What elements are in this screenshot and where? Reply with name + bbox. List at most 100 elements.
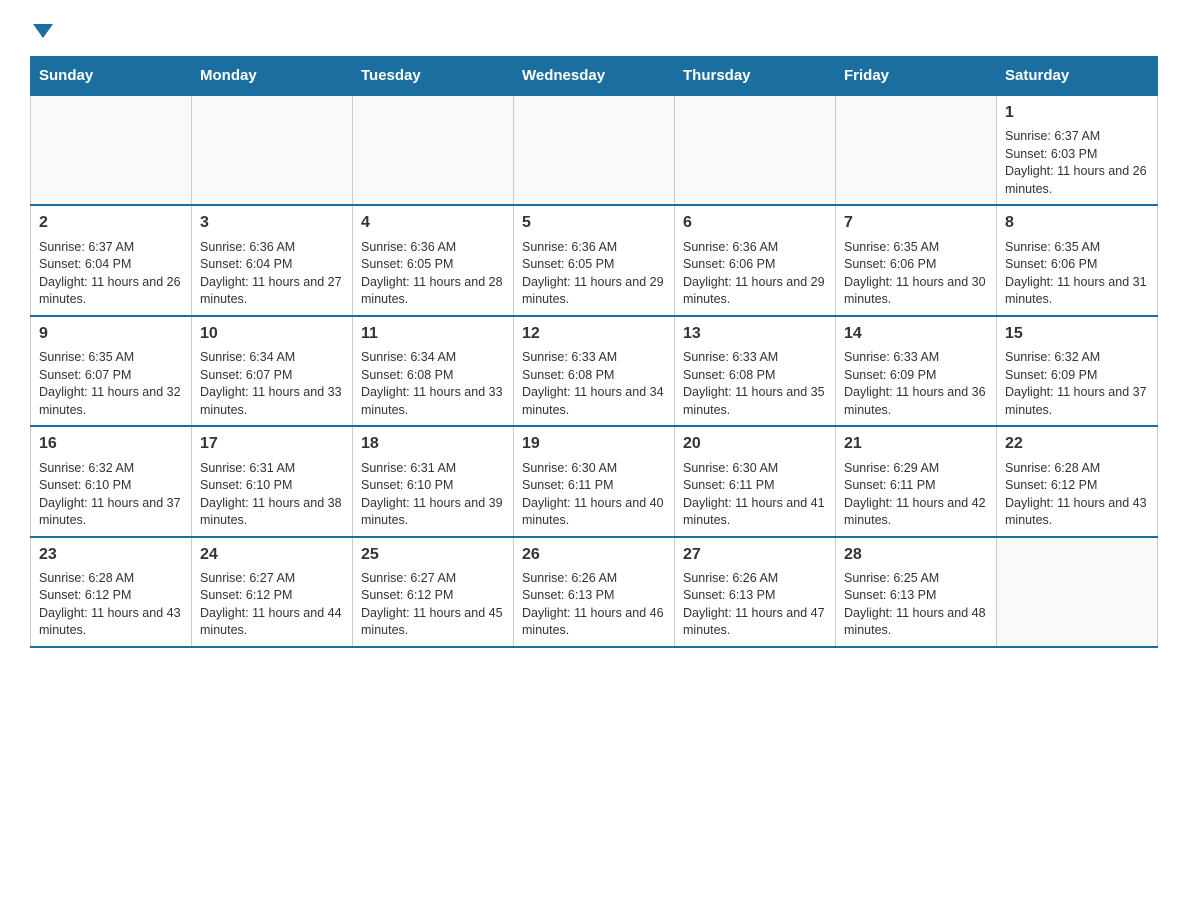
day-info: Sunrise: 6:26 AMSunset: 6:13 PMDaylight:…	[683, 570, 827, 640]
calendar-cell	[353, 95, 514, 205]
calendar-cell: 2 Sunrise: 6:37 AMSunset: 6:04 PMDaylight…	[31, 205, 192, 315]
day-number: 11	[361, 323, 505, 345]
calendar-week-2: 2 Sunrise: 6:37 AMSunset: 6:04 PMDaylight…	[31, 205, 1158, 315]
day-info: Sunrise: 6:30 AMSunset: 6:11 PMDaylight:…	[522, 460, 666, 530]
calendar-cell: 17 Sunrise: 6:31 AMSunset: 6:10 PMDayligh…	[192, 426, 353, 536]
calendar-cell	[675, 95, 836, 205]
day-info: Sunrise: 6:32 AMSunset: 6:10 PMDaylight:…	[39, 460, 183, 530]
calendar-cell	[836, 95, 997, 205]
calendar-cell: 23 Sunrise: 6:28 AMSunset: 6:12 PMDayligh…	[31, 537, 192, 647]
calendar-cell	[997, 537, 1158, 647]
calendar-cell: 5 Sunrise: 6:36 AMSunset: 6:05 PMDaylight…	[514, 205, 675, 315]
day-number: 21	[844, 433, 988, 455]
calendar-cell: 1 Sunrise: 6:37 AMSunset: 6:03 PMDaylight…	[997, 95, 1158, 205]
day-number: 8	[1005, 212, 1149, 234]
day-number: 28	[844, 544, 988, 566]
day-number: 16	[39, 433, 183, 455]
calendar-cell	[31, 95, 192, 205]
day-info: Sunrise: 6:34 AMSunset: 6:08 PMDaylight:…	[361, 349, 505, 419]
day-number: 10	[200, 323, 344, 345]
day-info: Sunrise: 6:35 AMSunset: 6:07 PMDaylight:…	[39, 349, 183, 419]
day-number: 12	[522, 323, 666, 345]
day-info: Sunrise: 6:30 AMSunset: 6:11 PMDaylight:…	[683, 460, 827, 530]
day-number: 7	[844, 212, 988, 234]
day-number: 18	[361, 433, 505, 455]
day-info: Sunrise: 6:27 AMSunset: 6:12 PMDaylight:…	[361, 570, 505, 640]
calendar-table: SundayMondayTuesdayWednesdayThursdayFrid…	[30, 56, 1158, 648]
day-info: Sunrise: 6:32 AMSunset: 6:09 PMDaylight:…	[1005, 349, 1149, 419]
calendar-cell: 14 Sunrise: 6:33 AMSunset: 6:09 PMDayligh…	[836, 316, 997, 426]
day-number: 6	[683, 212, 827, 234]
calendar-header-sunday: Sunday	[31, 57, 192, 96]
day-info: Sunrise: 6:35 AMSunset: 6:06 PMDaylight:…	[1005, 239, 1149, 309]
calendar-cell: 3 Sunrise: 6:36 AMSunset: 6:04 PMDaylight…	[192, 205, 353, 315]
day-info: Sunrise: 6:28 AMSunset: 6:12 PMDaylight:…	[39, 570, 183, 640]
calendar-cell: 13 Sunrise: 6:33 AMSunset: 6:08 PMDayligh…	[675, 316, 836, 426]
calendar-cell: 22Sunrise: 6:28 AMSunset: 6:12 PMDayligh…	[997, 426, 1158, 536]
day-info: Sunrise: 6:37 AMSunset: 6:04 PMDaylight:…	[39, 239, 183, 309]
day-info: Sunrise: 6:36 AMSunset: 6:05 PMDaylight:…	[522, 239, 666, 309]
calendar-week-1: 1 Sunrise: 6:37 AMSunset: 6:03 PMDaylight…	[31, 95, 1158, 205]
calendar-header-row: SundayMondayTuesdayWednesdayThursdayFrid…	[31, 57, 1158, 96]
day-info: Sunrise: 6:27 AMSunset: 6:12 PMDaylight:…	[200, 570, 344, 640]
day-number: 27	[683, 544, 827, 566]
day-info: Sunrise: 6:29 AMSunset: 6:11 PMDaylight:…	[844, 460, 988, 530]
calendar-header-thursday: Thursday	[675, 57, 836, 96]
calendar-cell: 12 Sunrise: 6:33 AMSunset: 6:08 PMDayligh…	[514, 316, 675, 426]
calendar-cell	[192, 95, 353, 205]
day-info: Sunrise: 6:33 AMSunset: 6:09 PMDaylight:…	[844, 349, 988, 419]
day-info: Sunrise: 6:36 AMSunset: 6:04 PMDaylight:…	[200, 239, 344, 309]
logo-arrow-icon	[33, 24, 53, 38]
calendar-week-4: 16 Sunrise: 6:32 AMSunset: 6:10 PMDayligh…	[31, 426, 1158, 536]
calendar-cell: 26Sunrise: 6:26 AMSunset: 6:13 PMDayligh…	[514, 537, 675, 647]
day-number: 1	[1005, 102, 1149, 124]
day-info: Sunrise: 6:26 AMSunset: 6:13 PMDaylight:…	[522, 570, 666, 640]
calendar-cell: 20 Sunrise: 6:30 AMSunset: 6:11 PMDayligh…	[675, 426, 836, 536]
calendar-cell: 7 Sunrise: 6:35 AMSunset: 6:06 PMDaylight…	[836, 205, 997, 315]
logo	[30, 20, 53, 36]
day-info: Sunrise: 6:33 AMSunset: 6:08 PMDaylight:…	[683, 349, 827, 419]
day-info: Sunrise: 6:36 AMSunset: 6:06 PMDaylight:…	[683, 239, 827, 309]
day-number: 23	[39, 544, 183, 566]
day-info: Sunrise: 6:34 AMSunset: 6:07 PMDaylight:…	[200, 349, 344, 419]
day-number: 15	[1005, 323, 1149, 345]
day-number: 17	[200, 433, 344, 455]
day-info: Sunrise: 6:31 AMSunset: 6:10 PMDaylight:…	[361, 460, 505, 530]
page-header	[30, 20, 1158, 36]
calendar-week-3: 9 Sunrise: 6:35 AMSunset: 6:07 PMDaylight…	[31, 316, 1158, 426]
calendar-cell: 8 Sunrise: 6:35 AMSunset: 6:06 PMDaylight…	[997, 205, 1158, 315]
day-number: 14	[844, 323, 988, 345]
day-number: 9	[39, 323, 183, 345]
calendar-cell: 16 Sunrise: 6:32 AMSunset: 6:10 PMDayligh…	[31, 426, 192, 536]
day-number: 2	[39, 212, 183, 234]
calendar-cell: 15 Sunrise: 6:32 AMSunset: 6:09 PMDayligh…	[997, 316, 1158, 426]
calendar-cell: 9 Sunrise: 6:35 AMSunset: 6:07 PMDaylight…	[31, 316, 192, 426]
calendar-header-monday: Monday	[192, 57, 353, 96]
day-info: Sunrise: 6:28 AMSunset: 6:12 PMDaylight:…	[1005, 460, 1149, 530]
calendar-cell: 18 Sunrise: 6:31 AMSunset: 6:10 PMDayligh…	[353, 426, 514, 536]
calendar-cell	[514, 95, 675, 205]
calendar-cell: 21 Sunrise: 6:29 AMSunset: 6:11 PMDayligh…	[836, 426, 997, 536]
day-info: Sunrise: 6:33 AMSunset: 6:08 PMDaylight:…	[522, 349, 666, 419]
day-info: Sunrise: 6:35 AMSunset: 6:06 PMDaylight:…	[844, 239, 988, 309]
day-number: 19	[522, 433, 666, 455]
day-info: Sunrise: 6:36 AMSunset: 6:05 PMDaylight:…	[361, 239, 505, 309]
day-number: 3	[200, 212, 344, 234]
calendar-header-saturday: Saturday	[997, 57, 1158, 96]
day-info: Sunrise: 6:37 AMSunset: 6:03 PMDaylight:…	[1005, 128, 1149, 198]
calendar-header-friday: Friday	[836, 57, 997, 96]
day-info: Sunrise: 6:31 AMSunset: 6:10 PMDaylight:…	[200, 460, 344, 530]
day-number: 24	[200, 544, 344, 566]
day-number: 20	[683, 433, 827, 455]
day-number: 5	[522, 212, 666, 234]
calendar-header-tuesday: Tuesday	[353, 57, 514, 96]
calendar-cell: 19 Sunrise: 6:30 AMSunset: 6:11 PMDayligh…	[514, 426, 675, 536]
calendar-header-wednesday: Wednesday	[514, 57, 675, 96]
calendar-week-5: 23 Sunrise: 6:28 AMSunset: 6:12 PMDayligh…	[31, 537, 1158, 647]
day-info: Sunrise: 6:25 AMSunset: 6:13 PMDaylight:…	[844, 570, 988, 640]
day-number: 13	[683, 323, 827, 345]
calendar-cell: 11 Sunrise: 6:34 AMSunset: 6:08 PMDayligh…	[353, 316, 514, 426]
calendar-cell: 27 Sunrise: 6:26 AMSunset: 6:13 PMDayligh…	[675, 537, 836, 647]
calendar-cell: 25 Sunrise: 6:27 AMSunset: 6:12 PMDayligh…	[353, 537, 514, 647]
day-number: 25	[361, 544, 505, 566]
